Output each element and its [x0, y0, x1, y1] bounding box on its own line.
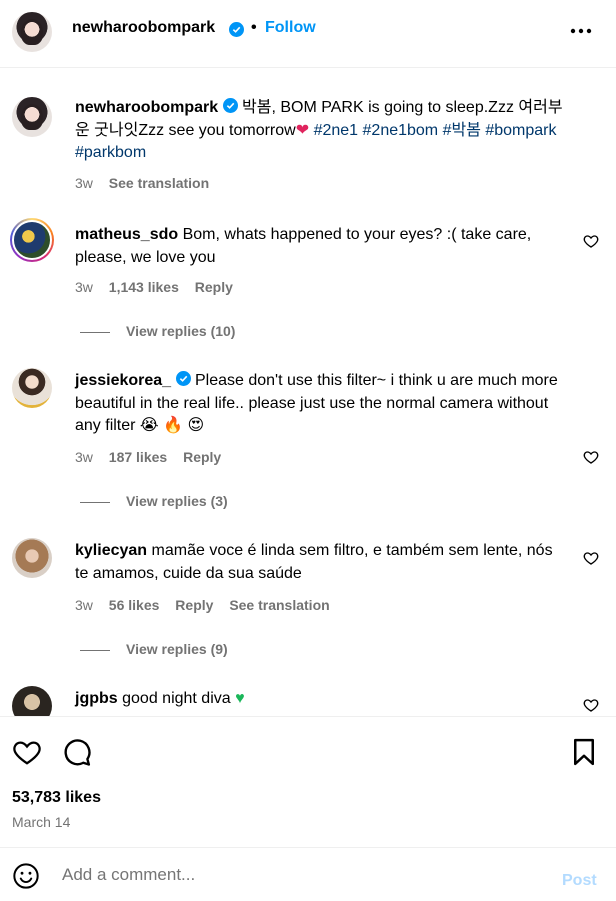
comment-bubble-icon[interactable]	[62, 737, 92, 772]
emoji-picker-icon[interactable]	[12, 862, 40, 895]
comment-meta: 3w 187 likes Reply	[75, 449, 233, 465]
comment-username[interactable]: jessiekorea_	[75, 372, 171, 389]
view-replies-label: View replies (3)	[126, 493, 228, 509]
comment-likes[interactable]: 1,143 likes	[109, 279, 179, 295]
comment-text: matheus_sdo Bom, whats happened to your …	[75, 224, 565, 269]
comment-username[interactable]: jgpbs	[75, 690, 118, 707]
crying-emoji-icon: 😭	[139, 417, 159, 434]
view-replies-button[interactable]: View replies (3)	[80, 493, 228, 509]
comment-likes[interactable]: 56 likes	[109, 597, 160, 613]
like-heart-icon[interactable]	[12, 737, 42, 772]
like-comment-heart-icon[interactable]	[583, 550, 599, 566]
comment-time[interactable]: 3w	[75, 597, 93, 613]
green-heart-emoji-icon: ♥	[235, 690, 245, 707]
commenter-avatar[interactable]	[12, 538, 52, 578]
reply-button[interactable]: Reply	[175, 597, 213, 613]
follow-button[interactable]: Follow	[265, 19, 316, 37]
fire-emoji-icon: 🔥	[163, 417, 183, 434]
view-replies-label: View replies (9)	[126, 641, 228, 657]
comment-username[interactable]: kyliecyan	[75, 542, 147, 559]
caption-meta: 3w See translation	[75, 175, 221, 191]
post-comment-button[interactable]: Post	[562, 872, 597, 890]
add-comment-bar: Post	[0, 847, 616, 901]
header-separator: •	[251, 19, 257, 36]
comment-likes[interactable]: 187 likes	[109, 449, 167, 465]
view-replies-button[interactable]: View replies (10)	[80, 323, 235, 339]
comment-time[interactable]: 3w	[75, 449, 93, 465]
view-replies-label: View replies (10)	[126, 323, 236, 339]
commenter-avatar[interactable]	[12, 686, 52, 716]
reply-button[interactable]: Reply	[195, 279, 233, 295]
comment-meta: 3w 56 likes Reply See translation	[75, 597, 342, 613]
see-translation-link[interactable]: See translation	[229, 597, 329, 613]
comment-text: jessiekorea_ Please don't use this filte…	[75, 370, 565, 438]
verified-badge-icon	[222, 98, 238, 113]
replies-divider	[80, 649, 110, 651]
verified-badge-icon	[175, 371, 191, 386]
verified-badge-icon	[229, 22, 244, 37]
like-comment-heart-icon[interactable]	[583, 449, 599, 465]
comment-time[interactable]: 3w	[75, 279, 93, 295]
comment-meta: 3w 1,143 likes Reply	[75, 279, 245, 295]
comment-username[interactable]: matheus_sdo	[75, 226, 178, 243]
more-options-icon[interactable]	[570, 14, 592, 40]
save-bookmark-icon[interactable]	[569, 737, 599, 772]
owner-avatar[interactable]	[12, 12, 52, 52]
replies-divider	[80, 331, 110, 333]
heart-emoji-icon: ❤	[295, 121, 310, 139]
like-comment-heart-icon[interactable]	[583, 697, 599, 713]
comments-section[interactable]: newharoobompark 박봄, BOM PARK is going to…	[0, 68, 616, 716]
reply-button[interactable]: Reply	[183, 449, 221, 465]
comment-text: kyliecyan mamãe voce é linda sem filtro,…	[75, 540, 565, 585]
comment-body: good night diva	[122, 690, 231, 707]
like-comment-heart-icon[interactable]	[583, 233, 599, 249]
see-translation-link[interactable]: See translation	[109, 175, 209, 191]
caption-time[interactable]: 3w	[75, 175, 93, 191]
post-actions: 53,783 likes March 14 Post	[0, 716, 616, 900]
commenter-avatar[interactable]	[10, 218, 54, 262]
replies-divider	[80, 501, 110, 503]
caption-username[interactable]: newharoobompark	[75, 99, 218, 116]
caption-text: newharoobompark 박봄, BOM PARK is going to…	[75, 97, 565, 165]
view-replies-button[interactable]: View replies (9)	[80, 641, 228, 657]
post-likes-count[interactable]: 53,783 likes	[12, 789, 101, 807]
avatar-image	[12, 220, 52, 260]
caption-avatar[interactable]	[12, 97, 52, 137]
commenter-avatar[interactable]	[12, 368, 52, 408]
comment-body: mamãe voce é linda sem filtro, e também …	[75, 542, 553, 582]
avatar-face	[20, 104, 44, 130]
avatar-face	[20, 19, 44, 45]
header-username[interactable]: newharoobompark	[72, 19, 215, 37]
post-date[interactable]: March 14	[12, 814, 70, 830]
heart-eyes-emoji-icon: 😍	[187, 417, 205, 434]
comment-input[interactable]	[62, 860, 532, 890]
comment-text: jgpbs good night diva ♥	[75, 688, 565, 711]
post-header: newharoobompark • Follow	[0, 0, 616, 68]
